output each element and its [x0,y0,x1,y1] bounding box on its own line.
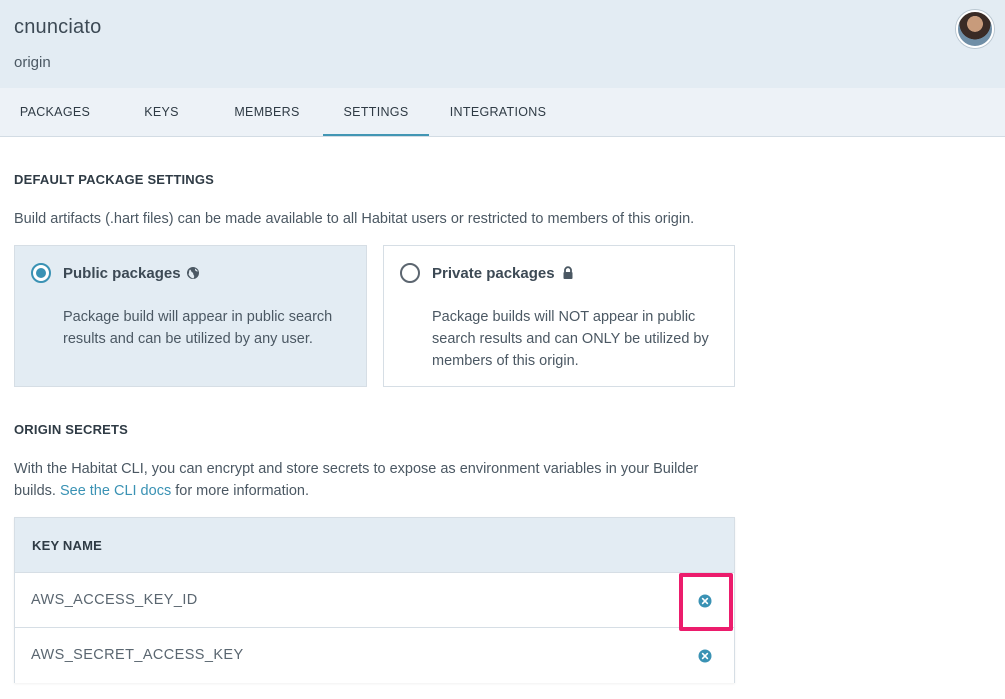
origin-secrets-text-end: for more information. [175,483,310,499]
private-packages-description: Package builds will NOT appear in public… [432,309,709,369]
public-packages-description: Package build will appear in public sear… [63,309,333,347]
remove-icon[interactable] [698,594,712,608]
origin-header: cnunciato origin [0,0,1005,88]
secret-key-name: AWS_ACCESS_KEY_ID [31,592,198,608]
package-settings-heading: DEFAULT PACKAGE SETTINGS [14,172,215,187]
table-row: AWS_ACCESS_KEY_ID [15,573,734,628]
tab-members[interactable]: MEMBERS [222,88,312,136]
tab-settings[interactable]: SETTINGS [323,88,429,136]
origin-label: origin [14,54,51,71]
globe-icon [187,267,199,279]
private-packages-option[interactable]: Private packages Package builds will NOT… [383,245,735,387]
public-packages-label: Public packages [63,265,181,282]
private-packages-radio[interactable] [400,263,420,283]
origin-name: cnunciato [14,16,102,38]
public-packages-radio[interactable] [31,263,51,283]
private-packages-label: Private packages [432,265,555,282]
package-settings-description: Build artifacts (.hart files) can be mad… [14,211,695,227]
secrets-table-header: KEY NAME [15,518,734,573]
remove-icon[interactable] [698,649,712,663]
tab-integrations[interactable]: INTEGRATIONS [440,88,556,136]
cli-docs-link[interactable]: See the CLI docs [60,483,171,499]
secrets-table: KEY NAME AWS_ACCESS_KEY_ID AWS_SECRET_AC… [14,517,735,683]
origin-secrets-heading: ORIGIN SECRETS [14,422,129,437]
tab-keys[interactable]: KEYS [134,88,189,136]
key-name-column-header: KEY NAME [32,538,102,553]
public-packages-option[interactable]: Public packages Package build will appea… [14,245,367,387]
origin-secrets-description: With the Habitat CLI, you can encrypt an… [14,458,734,502]
user-avatar[interactable] [956,10,994,48]
secret-key-name: AWS_SECRET_ACCESS_KEY [31,647,244,663]
lock-icon [563,266,573,279]
origin-tabs: PACKAGES KEYS MEMBERS SETTINGS INTEGRATI… [0,88,1005,137]
tab-packages[interactable]: PACKAGES [0,88,110,136]
table-row: AWS_SECRET_ACCESS_KEY [15,628,734,683]
